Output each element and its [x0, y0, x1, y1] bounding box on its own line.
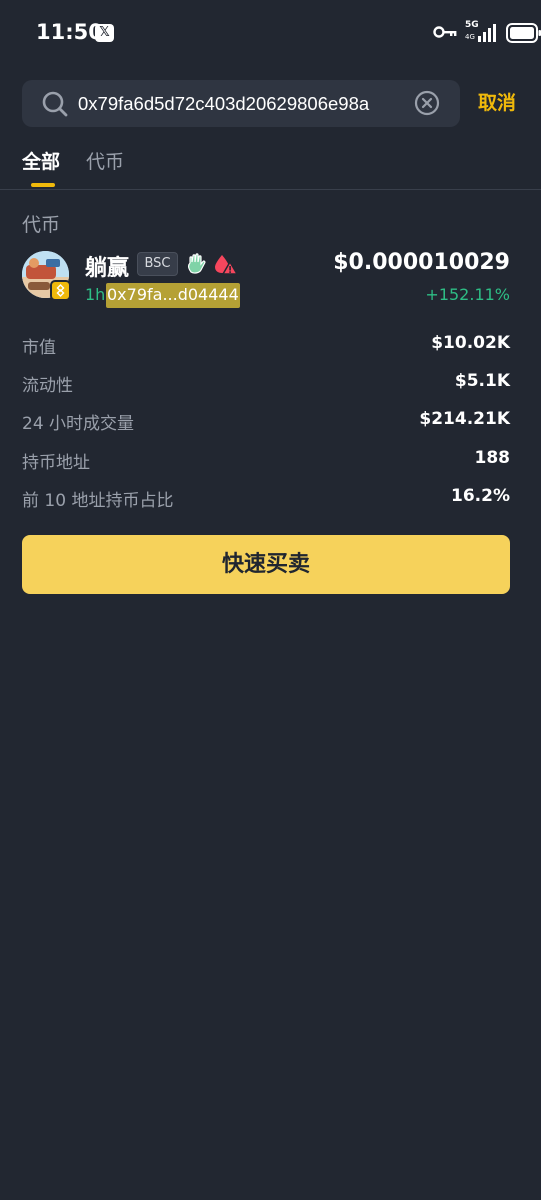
stat-liquidity: 流动性 $5.1K: [22, 371, 510, 396]
stat-value: $10.02K: [431, 333, 510, 353]
screen: 11:50 𝕏 5G 4G 0x79fa6d5d72c403d20629806e…: [0, 0, 541, 1200]
stat-value: $5.1K: [454, 371, 510, 391]
status-time: 11:50: [36, 20, 103, 44]
token-age: 1h: [85, 285, 106, 304]
hand-icon: [188, 253, 206, 274]
token-name: 躺赢: [85, 256, 130, 281]
stat-label: 24 小时成交量: [22, 414, 135, 434]
stat-top10-holding: 前 10 地址持币占比 16.2%: [22, 486, 510, 511]
key-icon: [433, 26, 457, 38]
stat-value: 188: [474, 448, 511, 468]
bnb-chain-icon: [50, 280, 71, 301]
tab-all[interactable]: 全部: [22, 147, 60, 174]
network-sub-label: 4G: [465, 33, 475, 41]
stat-24h-volume: 24 小时成交量 $214.21K: [22, 409, 510, 434]
token-address[interactable]: 0x79fa...d04444: [106, 283, 240, 308]
stat-holders: 持币地址 188: [22, 448, 511, 473]
signal-icon: [478, 24, 496, 42]
stat-market-cap: 市值 $10.02K: [22, 333, 510, 358]
search-box[interactable]: [22, 80, 460, 127]
search-input[interactable]: [78, 80, 406, 127]
status-bar: 11:50 𝕏 5G 4G: [0, 0, 541, 66]
tab-bar: 全部 代币: [0, 145, 541, 190]
section-title: 代币: [22, 214, 61, 236]
stat-value: $214.21K: [419, 409, 510, 429]
tab-token[interactable]: 代币: [86, 147, 124, 174]
search-icon: [42, 91, 68, 117]
stat-label: 前 10 地址持币占比: [22, 491, 174, 511]
quick-trade-button[interactable]: 快速买卖: [22, 535, 510, 594]
stat-label: 市值: [22, 338, 56, 358]
battery-icon: [506, 23, 541, 43]
stat-label: 流动性: [22, 376, 73, 396]
stat-value: 16.2%: [451, 486, 510, 506]
active-tab-indicator: [31, 183, 55, 187]
x-app-icon: 𝕏: [95, 24, 114, 42]
chain-tag: BSC: [137, 252, 178, 276]
risk-warning-icon: [215, 255, 237, 275]
token-price: $0.000010029: [333, 250, 510, 275]
clear-search-icon[interactable]: [414, 90, 440, 116]
stat-label: 持币地址: [22, 453, 90, 473]
cancel-button[interactable]: 取消: [478, 88, 516, 115]
network-label: 5G: [465, 20, 479, 30]
token-price-change: +152.11%: [425, 285, 510, 304]
